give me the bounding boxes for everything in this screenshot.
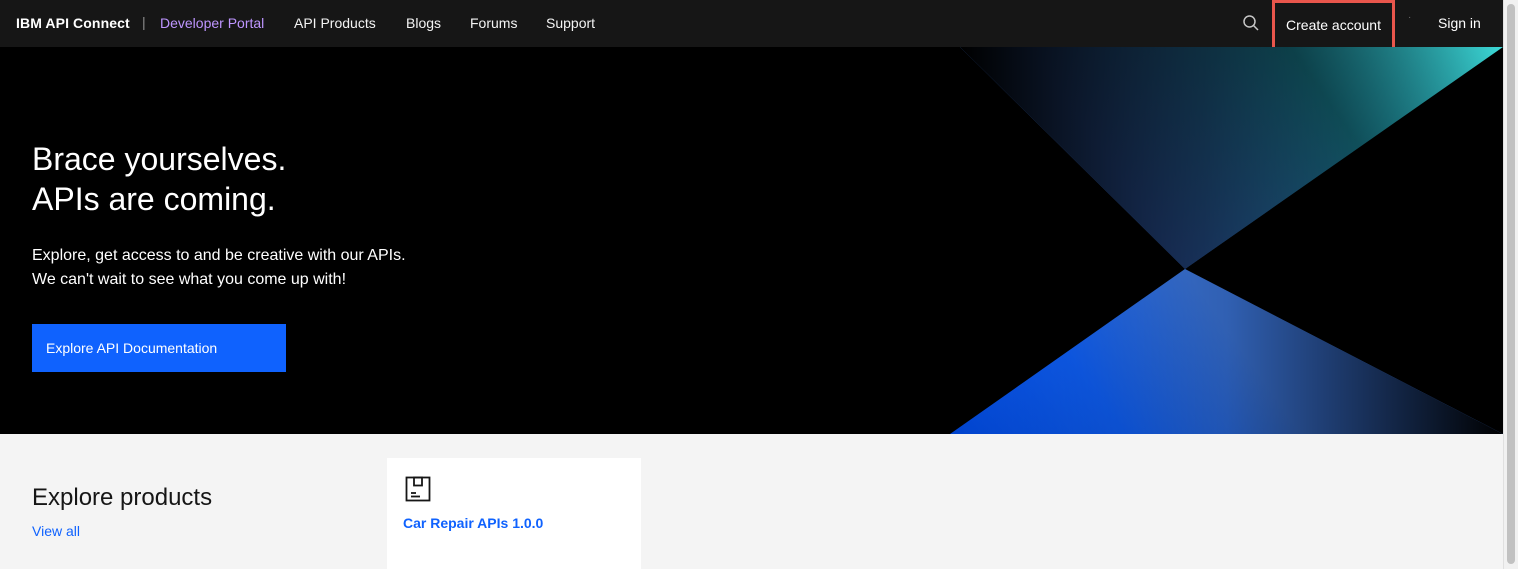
headline-line-1: Brace yourselves. [32,141,287,177]
brand-separator: | [142,14,146,30]
hero-headline: Brace yourselves. APIs are coming. [32,139,286,219]
headline-line-2: APIs are coming. [32,181,276,217]
brand-name[interactable]: IBM API Connect [16,15,130,31]
view-all-link[interactable]: View all [32,523,80,539]
nav-dot-separator: · [1408,12,1412,23]
section-title: Explore products [32,484,213,511]
sign-in-link[interactable]: Sign in [1438,15,1481,31]
nav-api-products[interactable]: API Products [294,15,376,31]
subtitle-line-2: We can't wait to see what you come up wi… [32,271,347,288]
hero-banner: Brace yourselves. APIs are coming. Explo… [0,47,1503,434]
developer-portal-page: IBM API Connect | Developer Portal API P… [0,0,1518,569]
developer-portal-link[interactable]: Developer Portal [160,15,264,31]
explore-api-documentation-button[interactable]: Explore API Documentation [32,324,286,372]
create-account-button[interactable]: Create account [1272,0,1395,54]
nav-support[interactable]: Support [546,15,595,31]
hero-subtitle: Explore, get access to and be creative w… [32,244,406,292]
top-navigation-bar: IBM API Connect | Developer Portal API P… [0,0,1503,54]
hero-graphic [950,47,1503,434]
page-scrollbar[interactable] [1503,0,1518,569]
search-icon[interactable] [1242,14,1260,32]
explore-products-section: Explore products View all Car Repair API… [0,434,1503,569]
product-icon [405,476,431,502]
scrollbar-thumb[interactable] [1507,4,1515,564]
nav-blogs[interactable]: Blogs [406,15,441,31]
product-card[interactable]: Car Repair APIs 1.0.0 [387,458,641,569]
subtitle-line-1: Explore, get access to and be creative w… [32,247,406,264]
product-card-title[interactable]: Car Repair APIs 1.0.0 [403,515,543,531]
nav-forums[interactable]: Forums [470,15,517,31]
